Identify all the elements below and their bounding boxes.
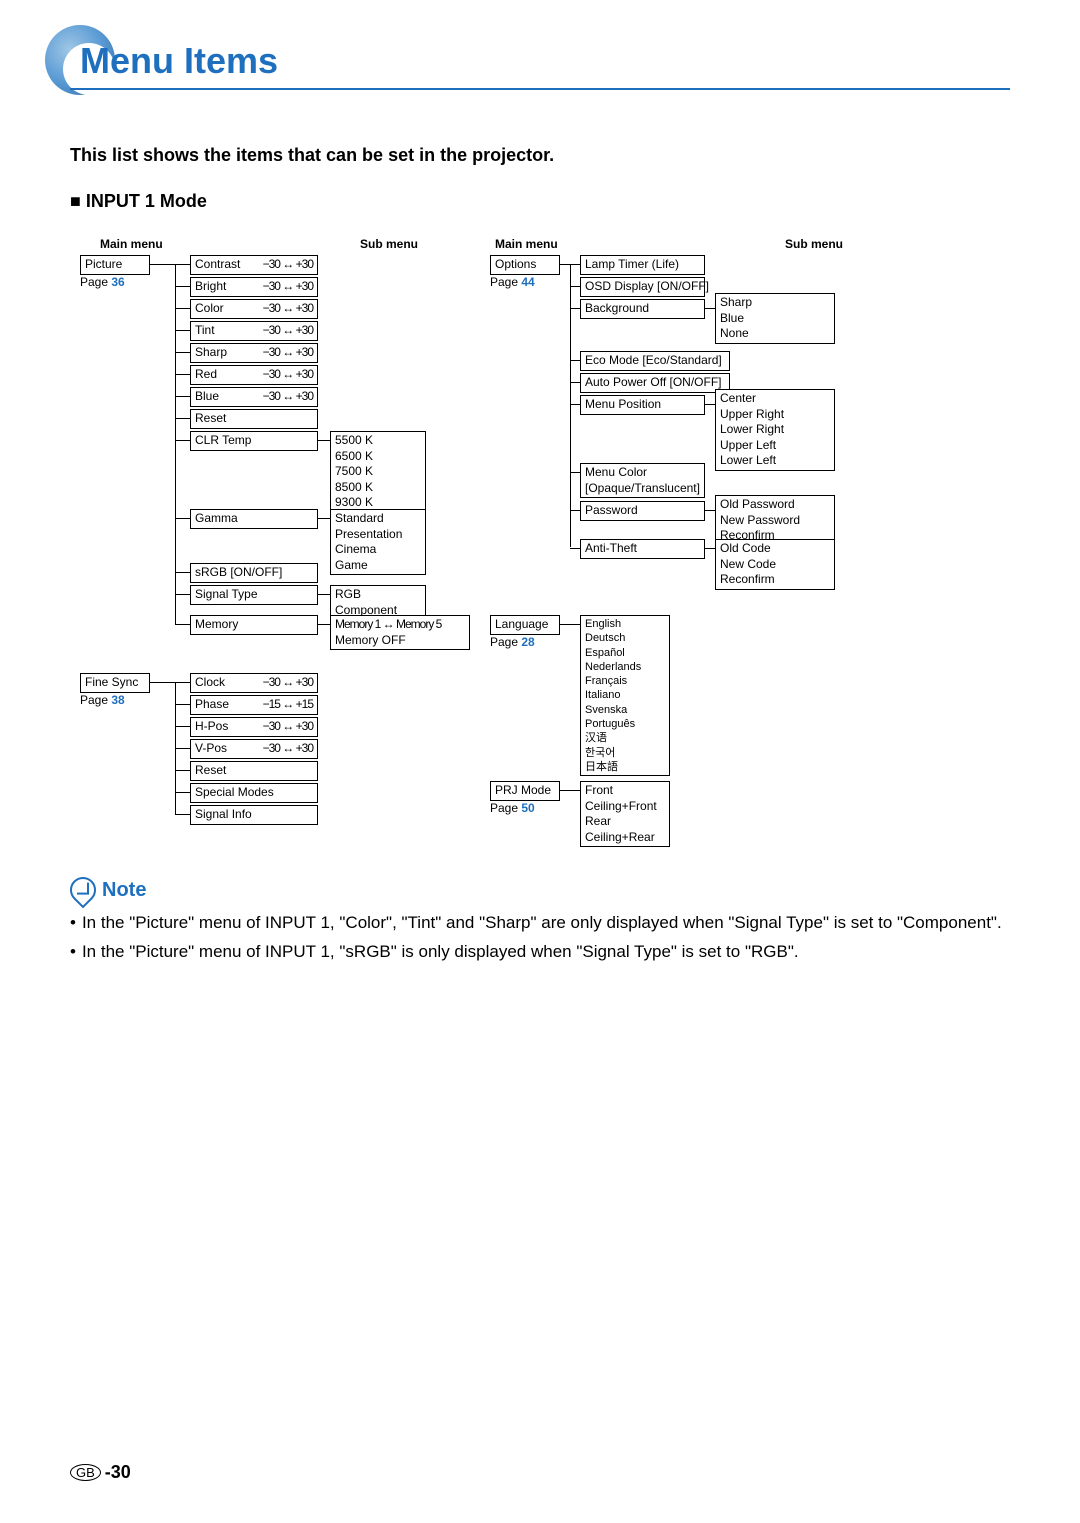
item-password: Password bbox=[580, 501, 705, 521]
header-sub-menu-1: Sub menu bbox=[360, 237, 418, 251]
item-hpos: H-Pos−30 ↔ +30 bbox=[190, 717, 318, 737]
prj-root: PRJ Mode bbox=[490, 781, 560, 801]
menupos-values: Center Upper Right Lower Right Upper Lef… bbox=[715, 389, 835, 471]
item-background: Background bbox=[580, 299, 705, 319]
note-heading: Note bbox=[70, 877, 1010, 903]
item-srgb: sRGB [ON/OFF] bbox=[190, 563, 318, 583]
note-section: Note •In the "Picture" menu of INPUT 1, … bbox=[70, 877, 1010, 964]
item-clock: Clock−30 ↔ +30 bbox=[190, 673, 318, 693]
header-main-menu-1: Main menu bbox=[100, 237, 163, 251]
language-values: English Deutsch Español Nederlands Franç… bbox=[580, 615, 670, 776]
item-eco: Eco Mode [Eco/Standard] bbox=[580, 351, 730, 371]
item-gamma: Gamma bbox=[190, 509, 318, 529]
note-item-2: •In the "Picture" menu of INPUT 1, "sRGB… bbox=[70, 940, 1010, 965]
picture-root: Picture bbox=[80, 255, 150, 275]
menu-tree-diagram: Main menu Sub menu Main menu Sub menu Pi… bbox=[70, 237, 1010, 837]
background-values: Sharp Blue None bbox=[715, 293, 835, 344]
mode-heading: ■ INPUT 1 Mode bbox=[70, 191, 1010, 212]
finesync-root: Fine Sync bbox=[80, 673, 150, 693]
item-osd: OSD Display [ON/OFF] bbox=[580, 277, 705, 297]
item-blue: Blue−30 ↔ +30 bbox=[190, 387, 318, 407]
intro-text: This list shows the items that can be se… bbox=[70, 145, 1010, 166]
item-autopower: Auto Power Off [ON/OFF] bbox=[580, 373, 730, 393]
item-signal-type: Signal Type bbox=[190, 585, 318, 605]
footer-gb-badge: GB bbox=[70, 1464, 101, 1481]
item-lamp: Lamp Timer (Life) bbox=[580, 255, 705, 275]
item-menupos: Menu Position bbox=[580, 395, 705, 415]
footer-page-number: -30 bbox=[105, 1462, 131, 1483]
gamma-values: Standard Presentation Cinema Game bbox=[330, 509, 426, 575]
item-tint: Tint−30 ↔ +30 bbox=[190, 321, 318, 341]
language-page-ref: Page 28 bbox=[490, 635, 535, 651]
options-page-ref: Page 44 bbox=[490, 275, 535, 291]
antitheft-values: Old Code New Code Reconfirm bbox=[715, 539, 835, 590]
page-title-wrap: Menu Items bbox=[70, 40, 1010, 90]
mode-name: INPUT 1 Mode bbox=[86, 191, 207, 211]
header-sub-menu-2: Sub menu bbox=[785, 237, 843, 251]
item-contrast: Contrast−30 ↔ +30 bbox=[190, 255, 318, 275]
item-signal-info: Signal Info bbox=[190, 805, 318, 825]
item-clr-temp: CLR Temp bbox=[190, 431, 318, 451]
page-title: Menu Items bbox=[70, 40, 1010, 90]
page-footer: GB -30 bbox=[70, 1462, 131, 1483]
note-heading-text: Note bbox=[102, 879, 146, 902]
options-root: Options bbox=[490, 255, 560, 275]
item-sharp: Sharp−30 ↔ +30 bbox=[190, 343, 318, 363]
item-fs-reset: Reset bbox=[190, 761, 318, 781]
header-main-menu-2: Main menu bbox=[495, 237, 558, 251]
item-antitheft: Anti-Theft bbox=[580, 539, 705, 559]
note-item-1: •In the "Picture" menu of INPUT 1, "Colo… bbox=[70, 911, 1010, 936]
prj-values: Front Ceiling+Front Rear Ceiling+Rear bbox=[580, 781, 670, 847]
item-vpos: V-Pos−30 ↔ +30 bbox=[190, 739, 318, 759]
memory-values: Memory 1 ↔ Memory 5 Memory OFF bbox=[330, 615, 470, 650]
item-menucolor: Menu Color [Opaque/Translucent] bbox=[580, 463, 705, 498]
note-icon bbox=[65, 872, 102, 909]
picture-page-ref: Page 36 bbox=[80, 275, 125, 291]
item-phase: Phase−15 ↔ +15 bbox=[190, 695, 318, 715]
item-red: Red−30 ↔ +30 bbox=[190, 365, 318, 385]
item-bright: Bright−30 ↔ +30 bbox=[190, 277, 318, 297]
item-reset: Reset bbox=[190, 409, 318, 429]
item-color: Color−30 ↔ +30 bbox=[190, 299, 318, 319]
item-memory: Memory bbox=[190, 615, 318, 635]
language-root: Language bbox=[490, 615, 560, 635]
item-special-modes: Special Modes bbox=[190, 783, 318, 803]
prj-page-ref: Page 50 bbox=[490, 801, 535, 817]
finesync-page-ref: Page 38 bbox=[80, 693, 125, 709]
mode-prefix: ■ bbox=[70, 191, 86, 211]
